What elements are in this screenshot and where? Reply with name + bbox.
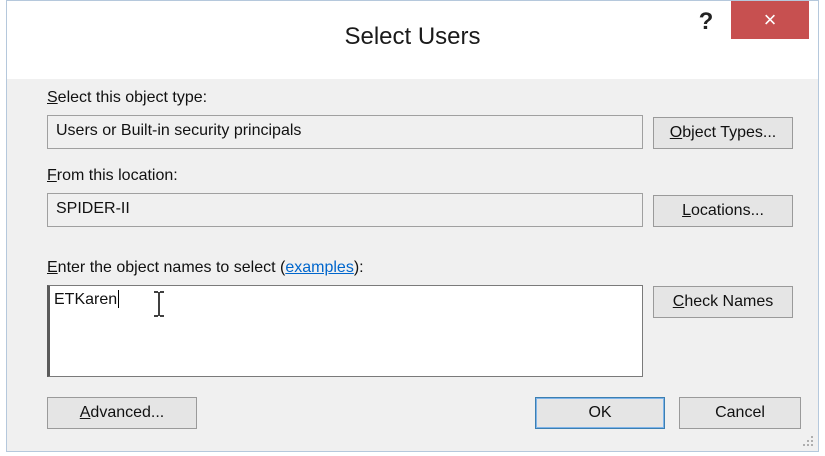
object-type-value: Users or Built-in security principals	[56, 122, 302, 139]
close-icon: ×	[763, 7, 777, 32]
location-label: From this location:	[47, 167, 178, 184]
help-button[interactable]: ?	[689, 5, 723, 39]
object-type-label: Select this object type:	[47, 89, 208, 106]
advanced-button[interactable]: Advanced...	[47, 397, 197, 429]
text-caret	[118, 290, 120, 308]
location-value: SPIDER-II	[56, 200, 130, 217]
ok-button[interactable]: OK	[535, 397, 665, 429]
cancel-button[interactable]: Cancel	[679, 397, 801, 429]
object-type-field: Users or Built-in security principals	[47, 115, 643, 149]
close-button[interactable]: ×	[731, 1, 809, 39]
object-names-input[interactable]: ETKaren	[47, 285, 643, 377]
help-icon: ?	[698, 8, 714, 35]
ibeam-cursor-icon	[154, 291, 164, 317]
resize-grip-icon[interactable]	[802, 435, 814, 447]
check-names-button[interactable]: Check Names	[653, 286, 793, 318]
select-users-dialog: Select Users ? × Select this object type…	[6, 0, 819, 452]
object-names-label: Enter the object names to select (exampl…	[47, 259, 364, 276]
object-names-value: ETKaren	[54, 291, 118, 308]
examples-link[interactable]: examples	[285, 259, 353, 276]
location-field: SPIDER-II	[47, 193, 643, 227]
locations-button[interactable]: Locations...	[653, 195, 793, 227]
title-bar[interactable]: Select Users ? ×	[7, 1, 818, 79]
object-types-button[interactable]: Object Types...	[653, 117, 793, 149]
